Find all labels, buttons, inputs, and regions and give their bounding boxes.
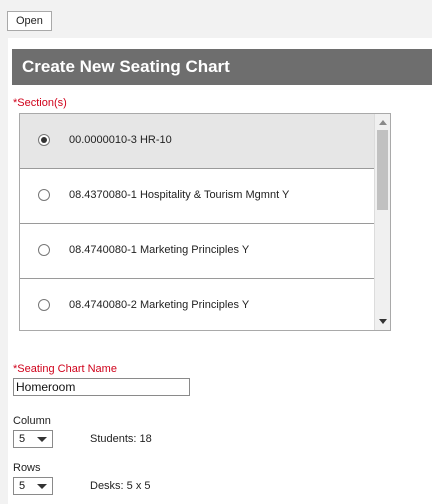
- section-item-0[interactable]: 00.0000010-3 HR-10: [20, 114, 374, 169]
- section-item-3[interactable]: 08.4740080-2 Marketing Principles Y: [20, 279, 374, 330]
- students-count: Students: 18: [90, 433, 152, 445]
- section-item-2[interactable]: 08.4740080-1 Marketing Principles Y: [20, 224, 374, 279]
- radio-unselected-icon[interactable]: [38, 244, 50, 256]
- rows-value: 5: [19, 480, 26, 492]
- sections-label: *Section(s): [13, 97, 67, 109]
- open-button[interactable]: Open: [7, 11, 52, 31]
- seating-chart-name-label: *Seating Chart Name: [13, 363, 117, 375]
- desks-count: Desks: 5 x 5: [90, 480, 151, 492]
- rows-label: Rows: [13, 462, 41, 474]
- sections-scrollbar[interactable]: [374, 114, 390, 330]
- radio-unselected-icon[interactable]: [38, 299, 50, 311]
- sections-list[interactable]: 00.0000010-3 HR-10 08.4370080-1 Hospital…: [19, 113, 391, 331]
- seating-chart-panel: Create New Seating Chart *Section(s) 00.…: [8, 38, 432, 504]
- column-label: Column: [13, 415, 51, 427]
- section-item-label: 08.4740080-2 Marketing Principles Y: [69, 299, 250, 311]
- section-item-label: 00.0000010-3 HR-10: [69, 134, 172, 146]
- chevron-down-icon: [37, 437, 47, 442]
- section-item-label: 08.4370080-1 Hospitality & Tourism Mgmnt…: [69, 189, 290, 201]
- section-item-1[interactable]: 08.4370080-1 Hospitality & Tourism Mgmnt…: [20, 169, 374, 224]
- seating-chart-name-input[interactable]: [13, 378, 190, 396]
- top-toolbar: Open: [0, 0, 432, 38]
- chevron-down-icon: [37, 484, 47, 489]
- scroll-down-arrow-icon[interactable]: [379, 319, 387, 324]
- scrollbar-thumb[interactable]: [377, 130, 388, 210]
- radio-selected-icon[interactable]: [38, 134, 50, 146]
- scroll-up-arrow-icon[interactable]: [379, 120, 387, 125]
- page-title: Create New Seating Chart: [12, 49, 432, 85]
- radio-unselected-icon[interactable]: [38, 189, 50, 201]
- section-item-label: 08.4740080-1 Marketing Principles Y: [69, 244, 250, 256]
- column-value: 5: [19, 433, 26, 445]
- rows-select[interactable]: 5: [13, 477, 53, 495]
- column-select[interactable]: 5: [13, 430, 53, 448]
